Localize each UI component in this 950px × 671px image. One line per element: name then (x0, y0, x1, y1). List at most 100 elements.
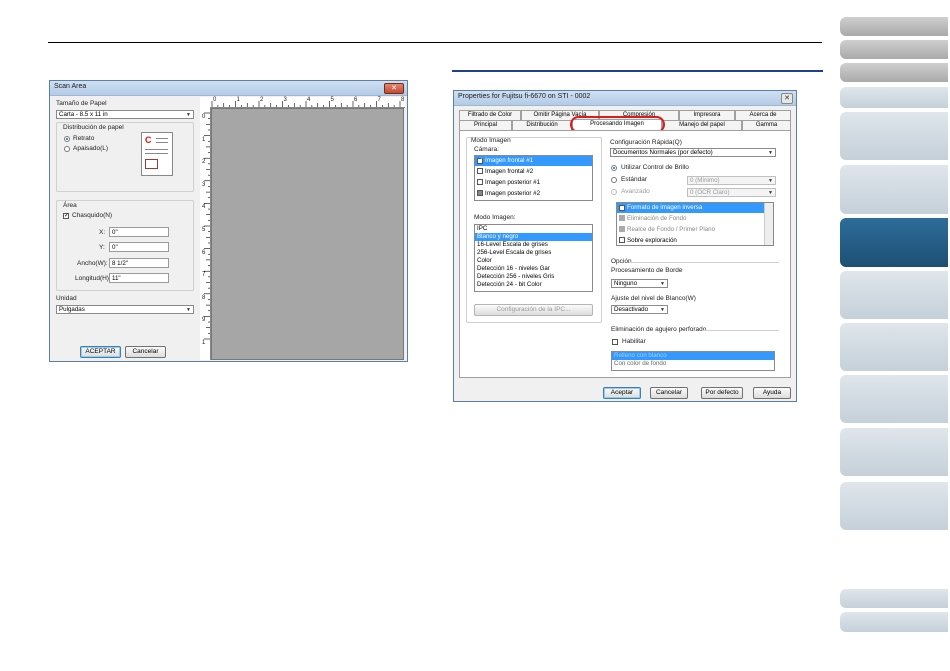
checkbox[interactable] (477, 168, 483, 174)
scan-area-titlebar: Scan Area ✕ (50, 81, 407, 96)
mode-item[interactable]: 256-Level Escala de grises (475, 249, 592, 257)
close-icon[interactable]: ✕ (384, 83, 404, 94)
side-tab-7-active[interactable] (840, 218, 948, 267)
width-field[interactable]: 8 1/2" (109, 258, 169, 268)
section-rule (452, 70, 823, 72)
camera-item-back-1[interactable]: Imagen posterior #1 (475, 177, 592, 188)
mode-item-selected[interactable]: Blanco y negro (475, 233, 592, 241)
standard-select[interactable]: 0 (Mínimo) ▼ (687, 176, 776, 185)
landscape-radio[interactable] (64, 146, 70, 152)
scan-area-dialog: Scan Area ✕ Tamaño de Papel Carta - 8.5 … (49, 80, 408, 362)
layout-group (56, 122, 194, 192)
checkbox[interactable] (477, 190, 483, 196)
portrait-radio[interactable] (64, 136, 70, 142)
side-tab-4[interactable] (840, 87, 948, 108)
chevron-down-icon: ▼ (660, 281, 665, 287)
feature-list[interactable]: Formato de imagen inversa Eliminación de… (616, 202, 774, 246)
white-level-select[interactable]: Desactivado ▼ (611, 305, 668, 314)
camera-item-front-2[interactable]: Imagen frontal #2 (475, 166, 592, 177)
scrollbar[interactable] (764, 203, 773, 245)
paper-size-select[interactable]: Carta - 8.5 x 11 in ▼ (56, 110, 194, 119)
punch-item-selected[interactable]: Relleno con blanco (612, 352, 774, 360)
camera-item-back-2[interactable]: Imagen posterior #2 (475, 188, 592, 199)
accept-button[interactable]: Aceptar (603, 387, 641, 399)
ruler-h-label: 2 (260, 97, 264, 103)
x-field[interactable]: 0" (109, 227, 169, 237)
side-tab-1[interactable] (840, 17, 948, 36)
divider (702, 330, 779, 331)
y-field[interactable]: 0" (109, 242, 169, 252)
brightness-radio[interactable] (611, 165, 617, 171)
tab-layout[interactable]: Distribución (512, 120, 572, 130)
tab-paper-handling[interactable]: Manejo del papel (662, 120, 742, 130)
snap-checkbox[interactable]: ✓ (63, 213, 69, 219)
side-tab-11[interactable] (840, 428, 948, 476)
side-tab-2[interactable] (840, 40, 948, 59)
feature-item[interactable]: Realce de Fondo / Primer Plano (617, 224, 773, 235)
edge-select[interactable]: Ninguno ▼ (611, 279, 668, 288)
length-field[interactable]: 11" (109, 273, 169, 283)
checkbox[interactable] (619, 215, 625, 221)
unit-select[interactable]: Pulgadas ▼ (56, 305, 194, 314)
close-icon[interactable]: ✕ (781, 93, 793, 104)
side-tab-6[interactable] (840, 165, 948, 214)
image-mode-list[interactable]: IPC Blanco y negro 16-Level Escala de gr… (474, 224, 593, 292)
tab-printer[interactable]: Impresora (679, 110, 735, 120)
side-tab-12[interactable] (840, 482, 948, 530)
edge-label: Procesamiento de Borde (611, 267, 683, 274)
camera-item-front-1[interactable]: ✓ Imagen frontal #1 (475, 156, 592, 166)
help-button[interactable]: Ayuda (753, 387, 791, 399)
enable-checkbox[interactable] (612, 339, 618, 345)
scan-preview-area[interactable] (211, 108, 404, 360)
mode-item[interactable]: Detección 256 - niveles Gris (475, 273, 592, 281)
chevron-down-icon: ▼ (186, 112, 191, 118)
feature-item[interactable]: Sobre exploración (617, 235, 773, 245)
mode-item[interactable]: Detección 16 - niveles Gar (475, 265, 592, 273)
punch-list[interactable]: Relleno con blanco Con color de fondo (611, 351, 775, 371)
ok-button[interactable]: ACEPTAR (80, 346, 121, 358)
tab-main[interactable]: Principal (459, 120, 512, 130)
chevron-down-icon: ▼ (768, 190, 773, 196)
checkbox[interactable] (619, 226, 625, 232)
feature-item[interactable]: Eliminación de Fondo (617, 213, 773, 224)
white-level-label: Ajuste del nivel de Blanco(W) (611, 295, 696, 302)
side-tab-3[interactable] (840, 63, 948, 82)
mode-item[interactable]: Detección 24 - bit Color (475, 281, 592, 289)
checkbox[interactable]: ✓ (477, 158, 483, 164)
mode-item[interactable]: IPC (475, 225, 592, 233)
tab-gamma[interactable]: Gamma (742, 120, 791, 130)
feature-item-label: Eliminación de Fondo (627, 215, 687, 222)
mode-item[interactable]: 16-Level Escala de grises (475, 241, 592, 249)
camera-list[interactable]: ✓ Imagen frontal #1 Imagen frontal #2 Ima… (474, 155, 593, 201)
side-tab-10[interactable] (840, 375, 948, 423)
default-button[interactable]: Por defecto (701, 387, 743, 399)
checkbox[interactable] (477, 179, 483, 185)
cancel-button[interactable]: Cancelar (125, 346, 166, 358)
checkbox[interactable] (619, 237, 625, 243)
advanced-select[interactable]: 0 (OCR Claro) ▼ (687, 188, 776, 197)
tab-about[interactable]: Acerca de (735, 110, 791, 120)
side-tab-8[interactable] (840, 271, 948, 319)
properties-dialog: Properties for Fujitsu fi-6670 on STI - … (453, 90, 797, 402)
side-tab-14[interactable] (840, 612, 948, 632)
side-tab-5[interactable] (840, 112, 948, 160)
enable-label: Habilitar (622, 338, 646, 345)
checkbox[interactable] (619, 205, 625, 211)
side-tab-13[interactable] (840, 589, 948, 608)
camera-label: Cámara: (474, 146, 499, 153)
side-tab-9[interactable] (840, 323, 948, 371)
standard-radio[interactable] (611, 177, 617, 183)
ruler-v-label: 3 (202, 181, 206, 188)
punch-item[interactable]: Con color de fondo (612, 360, 774, 368)
portrait-label: Retrato (73, 135, 95, 142)
ipc-config-button[interactable]: Configuración de la IPC... (474, 304, 593, 316)
advanced-radio[interactable] (611, 189, 617, 195)
feature-item[interactable]: Formato de imagen inversa (617, 203, 765, 213)
ruler-v-label: 9 (202, 317, 206, 324)
quick-config-select[interactable]: Documentos Normales (por defecto) ▼ (610, 148, 776, 157)
unit-value: Pulgadas (59, 306, 85, 313)
tab-color-filter[interactable]: Filtrado de Color (459, 110, 521, 120)
cancel-button[interactable]: Cancelar (650, 387, 688, 399)
layout-label: Distribución de papel (63, 124, 124, 131)
mode-item[interactable]: Color (475, 257, 592, 265)
